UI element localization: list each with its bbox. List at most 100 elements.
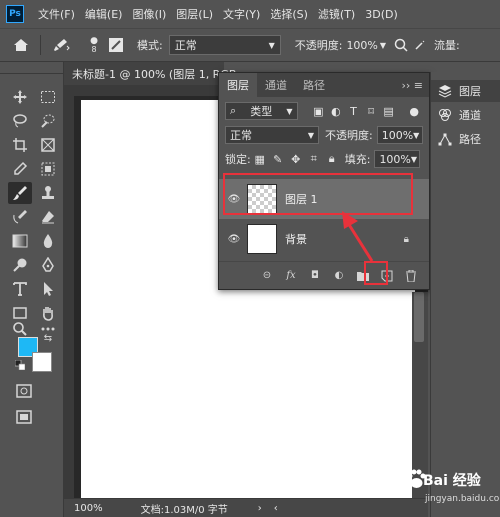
crop-tool-icon[interactable] [8, 134, 32, 156]
link-icon[interactable]: ⊝ [259, 268, 275, 284]
lock-transparent-icon[interactable]: ▦ [251, 150, 269, 168]
eraser-tool-icon[interactable] [36, 206, 60, 228]
chevron-down-icon: ▼ [286, 106, 293, 116]
gradient-tool-icon[interactable] [8, 230, 32, 252]
blend-mode-value: 正常 [230, 129, 252, 142]
frame-dashed-tool-icon[interactable] [36, 158, 60, 180]
visibility-eye-icon[interactable]: 👁︎ [225, 234, 243, 245]
filter-toggle-icon[interactable]: ● [405, 102, 423, 120]
screen-mode-icon[interactable] [12, 406, 36, 428]
menu-file[interactable]: 文件(F) [38, 6, 75, 22]
brush-dot-icon: ● [90, 35, 98, 46]
tab-paths[interactable]: 路径 [295, 73, 333, 97]
frame-tool-icon[interactable] [36, 134, 60, 156]
pen-tool-icon[interactable] [36, 254, 60, 276]
filter-adjustment-icon[interactable]: ◐ [327, 102, 345, 120]
panel-menu-icon[interactable]: ›› ≡ [401, 79, 423, 92]
airbrush-icon[interactable] [412, 39, 428, 51]
fill-input[interactable]: 100% ▼ [374, 150, 421, 168]
dock-item-paths[interactable]: 路径 [431, 128, 500, 150]
move-tool-icon[interactable] [8, 86, 32, 108]
mode-select[interactable]: 正常 ▼ [168, 35, 281, 55]
vertical-scrollbar-thumb[interactable] [414, 292, 424, 342]
fx-icon[interactable]: fx [283, 268, 299, 284]
menu-3d[interactable]: 3D(D) [365, 8, 398, 21]
menu-image[interactable]: 图像(I) [132, 6, 166, 22]
menu-edit[interactable]: 编辑(E) [85, 6, 123, 22]
filter-row: ⌕ 类型 ▼ ▣ ◐ T ⌑ ▤ ● [219, 99, 429, 123]
scroll-left-arrow-icon[interactable]: ‹ [274, 503, 278, 514]
filter-smart-object-icon[interactable]: ▤ [380, 102, 398, 120]
background-color-swatch[interactable] [32, 352, 52, 372]
channels-icon [437, 108, 453, 122]
swap-colors-icon[interactable]: ⇆ [42, 332, 54, 344]
tab-layers[interactable]: 图层 [219, 73, 257, 97]
history-brush-tool-icon[interactable] [8, 206, 32, 228]
panel-tabs: 图层 通道 路径 ›› ≡ [219, 73, 429, 97]
menu-layer[interactable]: 图层(L) [176, 6, 213, 22]
marquee-tool-icon[interactable] [36, 86, 60, 108]
default-colors-icon[interactable] [14, 359, 26, 371]
lock-position-icon[interactable]: ✥ [287, 150, 305, 168]
menu-type[interactable]: 文字(Y) [223, 6, 260, 22]
dock-label: 路径 [459, 133, 481, 146]
lock-label: 锁定: [225, 153, 251, 166]
brush-preset-icon[interactable] [47, 38, 75, 52]
opacity-label: 不透明度: [294, 39, 343, 52]
home-icon[interactable] [8, 38, 34, 52]
path-selection-tool-icon[interactable] [36, 278, 60, 300]
opacity-value[interactable]: 100% [346, 39, 377, 52]
right-dock: 图层 通道 路径 [430, 72, 500, 517]
flow-label: 流量: [434, 39, 460, 52]
mask-icon[interactable]: ◘ [307, 268, 323, 284]
filter-pixel-icon[interactable]: ▣ [310, 102, 328, 120]
type-tool-icon[interactable] [8, 278, 32, 300]
status-menu-arrow-icon[interactable]: › [258, 503, 262, 514]
lock-row: 锁定: ▦ ✎ ✥ ⌗ 🔒︎ 填充: 100% ▼ [219, 147, 429, 171]
trash-icon[interactable] [403, 268, 419, 284]
chevron-down-icon[interactable]: ▼ [380, 41, 386, 50]
document-tab-title: 未标题-1 @ 100% (图层 1, RGB [72, 67, 237, 81]
brush-settings-icon[interactable] [105, 37, 127, 53]
ruler-left [64, 96, 74, 498]
mode-value: 正常 [174, 39, 197, 52]
menu-filter[interactable]: 滤镜(T) [318, 6, 355, 22]
layer-filter-select[interactable]: ⌕ 类型 ▼ [225, 102, 298, 120]
document-tab[interactable]: 未标题-1 @ 100% (图层 1, RGB [64, 62, 236, 86]
tools-panel: ⇆ [0, 62, 64, 517]
layers-icon [437, 84, 453, 98]
blend-mode-select[interactable]: 正常 ▼ [225, 126, 319, 144]
filter-type-icon[interactable]: T [345, 102, 363, 120]
layer-opacity-label: 不透明度: [325, 129, 373, 142]
quick-selection-tool-icon[interactable] [36, 110, 60, 132]
lock-image-icon[interactable]: ✎ [269, 150, 287, 168]
dock-item-channels[interactable]: 通道 [431, 104, 500, 126]
mode-label: 模式: [137, 39, 163, 52]
eyedropper-tool-icon[interactable] [8, 158, 32, 180]
fill-value: 100% [379, 152, 411, 166]
lasso-tool-icon[interactable] [8, 110, 32, 132]
dodge-tool-icon[interactable] [8, 254, 32, 276]
pressure-opacity-icon[interactable] [390, 38, 412, 52]
tab-channels[interactable]: 通道 [257, 73, 295, 97]
adjustment-icon[interactable]: ◐ [331, 268, 347, 284]
watermark-text: Bai 经验 [423, 473, 481, 489]
zoom-level[interactable]: 100% [74, 503, 103, 514]
menu-select[interactable]: 选择(S) [270, 6, 308, 22]
lock-artboard-icon[interactable]: ⌗ [305, 150, 323, 168]
stamp-tool-icon[interactable] [36, 182, 60, 204]
filter-shape-icon[interactable]: ⌑ [362, 102, 380, 120]
lock-all-icon[interactable]: 🔒︎ [323, 150, 341, 168]
quick-mask-icon[interactable] [12, 380, 36, 402]
blend-row: 正常 ▼ 不透明度: 100% ▼ [219, 123, 429, 147]
brush-size-value: 8 [91, 44, 97, 54]
blur-tool-icon[interactable] [36, 230, 60, 252]
dock-item-layers[interactable]: 图层 [431, 80, 500, 102]
layer-name: 背景 [285, 233, 307, 246]
chevron-down-icon: ▼ [413, 130, 420, 140]
brush-tool-icon[interactable] [8, 182, 32, 204]
brush-size-picker[interactable]: ● 8 [83, 35, 105, 54]
layer-thumbnail-white [247, 224, 277, 254]
layer-opacity-input[interactable]: 100% ▼ [376, 126, 423, 144]
layer-row-background[interactable]: 👁︎ 背景 🔒︎ [219, 219, 429, 259]
